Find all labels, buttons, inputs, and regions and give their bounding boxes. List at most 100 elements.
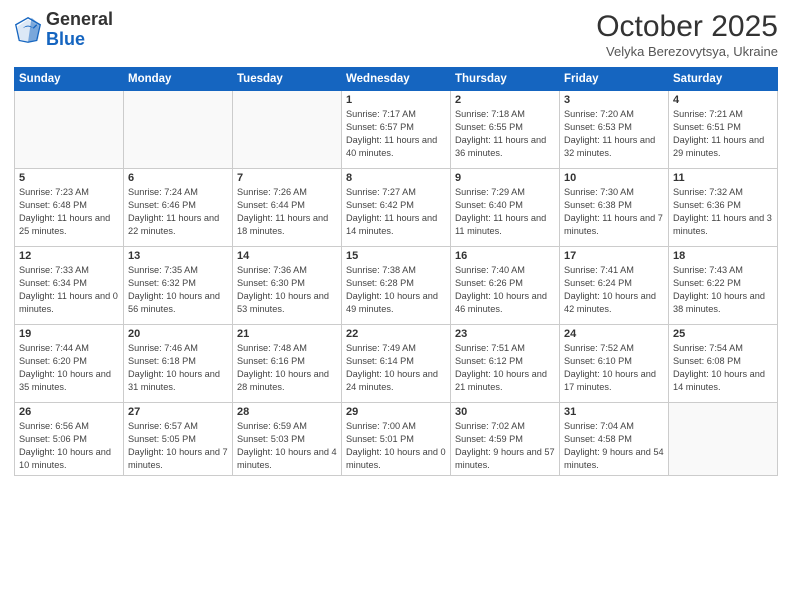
day-info: Sunrise: 7:52 AMSunset: 6:10 PMDaylight:… [564, 342, 664, 394]
week-row-4: 26Sunrise: 6:56 AMSunset: 5:06 PMDayligh… [15, 403, 778, 476]
day-header-thursday: Thursday [451, 68, 560, 91]
day-cell: 28 Sunrise: 6:59 AMSunset: 5:03 PMDayligh… [233, 403, 342, 476]
day-number: 6 [128, 172, 228, 184]
day-number: 26 [19, 406, 119, 418]
day-cell: 4Sunrise: 7:21 AMSunset: 6:51 PMDaylight… [669, 91, 778, 169]
day-number: 24 [564, 328, 664, 340]
header-row: SundayMondayTuesdayWednesdayThursdayFrid… [15, 68, 778, 91]
day-info: Sunrise: 7:27 AMSunset: 6:42 PMDaylight:… [346, 186, 446, 238]
day-info: Sunrise: 7:48 AMSunset: 6:16 PMDaylight:… [237, 342, 337, 394]
day-info: Sunrise: 7:02 AMSunset: 4:59 PMDaylight:… [455, 420, 555, 472]
day-info: Sunrise: 7:04 AMSunset: 4:58 PMDaylight:… [564, 420, 664, 472]
day-number: 2 [455, 94, 555, 106]
day-cell: 21 Sunrise: 7:48 AMSunset: 6:16 PMDayligh… [233, 325, 342, 403]
day-cell: 2 Sunrise: 7:18 AMSunset: 6:55 PMDaylight… [451, 91, 560, 169]
day-info: Sunrise: 7:49 AMSunset: 6:14 PMDaylight:… [346, 342, 446, 394]
day-info: Sunrise: 7:38 AMSunset: 6:28 PMDaylight:… [346, 264, 446, 316]
day-info: Sunrise: 7:43 AMSunset: 6:22 PMDaylight:… [673, 264, 773, 316]
day-info: Sunrise: 7:54 AMSunset: 6:08 PMDaylight:… [673, 342, 773, 394]
logo-general: General [46, 9, 113, 29]
day-number: 16 [455, 250, 555, 262]
day-number: 22 [346, 328, 446, 340]
location-subtitle: Velyka Berezovytsya, Ukraine [596, 44, 778, 59]
day-cell: 5 Sunrise: 7:23 AMSunset: 6:48 PMDaylight… [15, 169, 124, 247]
day-info: Sunrise: 7:44 AMSunset: 6:20 PMDaylight:… [19, 342, 119, 394]
day-header-monday: Monday [124, 68, 233, 91]
day-info: Sunrise: 7:00 AMSunset: 5:01 PMDaylight:… [346, 420, 446, 472]
day-cell: 16 Sunrise: 7:40 AMSunset: 6:26 PMDayligh… [451, 247, 560, 325]
day-cell [233, 91, 342, 169]
week-row-2: 12 Sunrise: 7:33 AMSunset: 6:34 PMDayligh… [15, 247, 778, 325]
day-cell: 10 Sunrise: 7:30 AMSunset: 6:38 PMDayligh… [560, 169, 669, 247]
day-cell: 22 Sunrise: 7:49 AMSunset: 6:14 PMDayligh… [342, 325, 451, 403]
day-cell: 14 Sunrise: 7:36 AMSunset: 6:30 PMDayligh… [233, 247, 342, 325]
day-info: Sunrise: 7:46 AMSunset: 6:18 PMDaylight:… [128, 342, 228, 394]
day-cell: 20 Sunrise: 7:46 AMSunset: 6:18 PMDayligh… [124, 325, 233, 403]
day-number: 17 [564, 250, 664, 262]
day-number: 28 [237, 406, 337, 418]
day-number: 27 [128, 406, 228, 418]
day-info: Sunrise: 6:59 AMSunset: 5:03 PMDaylight:… [237, 420, 337, 472]
day-cell: 30 Sunrise: 7:02 AMSunset: 4:59 PMDayligh… [451, 403, 560, 476]
day-header-wednesday: Wednesday [342, 68, 451, 91]
day-info: Sunrise: 7:24 AMSunset: 6:46 PMDaylight:… [128, 186, 228, 238]
day-cell [669, 403, 778, 476]
day-cell [15, 91, 124, 169]
header: General Blue October 2025 Velyka Berezov… [14, 10, 778, 59]
day-number: 23 [455, 328, 555, 340]
logo: General Blue [14, 10, 113, 50]
day-cell: 12 Sunrise: 7:33 AMSunset: 6:34 PMDayligh… [15, 247, 124, 325]
day-info: Sunrise: 7:17 AMSunset: 6:57 PMDaylight:… [346, 108, 446, 160]
day-number: 1 [346, 94, 446, 106]
logo-blue: Blue [46, 29, 85, 49]
day-number: 31 [564, 406, 664, 418]
day-cell: 1 Sunrise: 7:17 AMSunset: 6:57 PMDaylight… [342, 91, 451, 169]
day-cell: 26Sunrise: 6:56 AMSunset: 5:06 PMDayligh… [15, 403, 124, 476]
day-info: Sunrise: 7:26 AMSunset: 6:44 PMDaylight:… [237, 186, 337, 238]
page: General Blue October 2025 Velyka Berezov… [0, 0, 792, 612]
logo-icon [14, 16, 42, 44]
day-number: 9 [455, 172, 555, 184]
day-cell [124, 91, 233, 169]
day-number: 12 [19, 250, 119, 262]
day-cell: 6 Sunrise: 7:24 AMSunset: 6:46 PMDaylight… [124, 169, 233, 247]
day-info: Sunrise: 7:20 AMSunset: 6:53 PMDaylight:… [564, 108, 664, 160]
day-cell: 8 Sunrise: 7:27 AMSunset: 6:42 PMDaylight… [342, 169, 451, 247]
day-number: 3 [564, 94, 664, 106]
day-cell: 3 Sunrise: 7:20 AMSunset: 6:53 PMDaylight… [560, 91, 669, 169]
day-cell: 29 Sunrise: 7:00 AMSunset: 5:01 PMDayligh… [342, 403, 451, 476]
day-cell: 9Sunrise: 7:29 AMSunset: 6:40 PMDaylight… [451, 169, 560, 247]
day-cell: 23 Sunrise: 7:51 AMSunset: 6:12 PMDayligh… [451, 325, 560, 403]
day-number: 13 [128, 250, 228, 262]
day-info: Sunrise: 7:33 AMSunset: 6:34 PMDaylight:… [19, 264, 119, 316]
day-number: 30 [455, 406, 555, 418]
day-info: Sunrise: 7:51 AMSunset: 6:12 PMDaylight:… [455, 342, 555, 394]
day-number: 21 [237, 328, 337, 340]
day-number: 29 [346, 406, 446, 418]
day-info: Sunrise: 7:36 AMSunset: 6:30 PMDaylight:… [237, 264, 337, 316]
day-cell: 15Sunrise: 7:38 AMSunset: 6:28 PMDayligh… [342, 247, 451, 325]
week-row-1: 5 Sunrise: 7:23 AMSunset: 6:48 PMDaylight… [15, 169, 778, 247]
day-number: 8 [346, 172, 446, 184]
day-number: 14 [237, 250, 337, 262]
month-title: October 2025 [596, 10, 778, 44]
day-info: Sunrise: 7:30 AMSunset: 6:38 PMDaylight:… [564, 186, 664, 238]
day-number: 20 [128, 328, 228, 340]
logo-text: General Blue [46, 10, 113, 50]
day-info: Sunrise: 7:23 AMSunset: 6:48 PMDaylight:… [19, 186, 119, 238]
day-info: Sunrise: 7:40 AMSunset: 6:26 PMDaylight:… [455, 264, 555, 316]
week-row-3: 19 Sunrise: 7:44 AMSunset: 6:20 PMDayligh… [15, 325, 778, 403]
day-number: 5 [19, 172, 119, 184]
calendar-table: SundayMondayTuesdayWednesdayThursdayFrid… [14, 67, 778, 476]
day-cell: 27Sunrise: 6:57 AMSunset: 5:05 PMDayligh… [124, 403, 233, 476]
day-info: Sunrise: 7:18 AMSunset: 6:55 PMDaylight:… [455, 108, 555, 160]
day-cell: 19 Sunrise: 7:44 AMSunset: 6:20 PMDayligh… [15, 325, 124, 403]
day-cell: 25Sunrise: 7:54 AMSunset: 6:08 PMDayligh… [669, 325, 778, 403]
day-cell: 17Sunrise: 7:41 AMSunset: 6:24 PMDayligh… [560, 247, 669, 325]
day-cell: 18 Sunrise: 7:43 AMSunset: 6:22 PMDayligh… [669, 247, 778, 325]
day-number: 11 [673, 172, 773, 184]
day-number: 18 [673, 250, 773, 262]
day-number: 19 [19, 328, 119, 340]
day-number: 10 [564, 172, 664, 184]
day-cell: 7Sunrise: 7:26 AMSunset: 6:44 PMDaylight… [233, 169, 342, 247]
